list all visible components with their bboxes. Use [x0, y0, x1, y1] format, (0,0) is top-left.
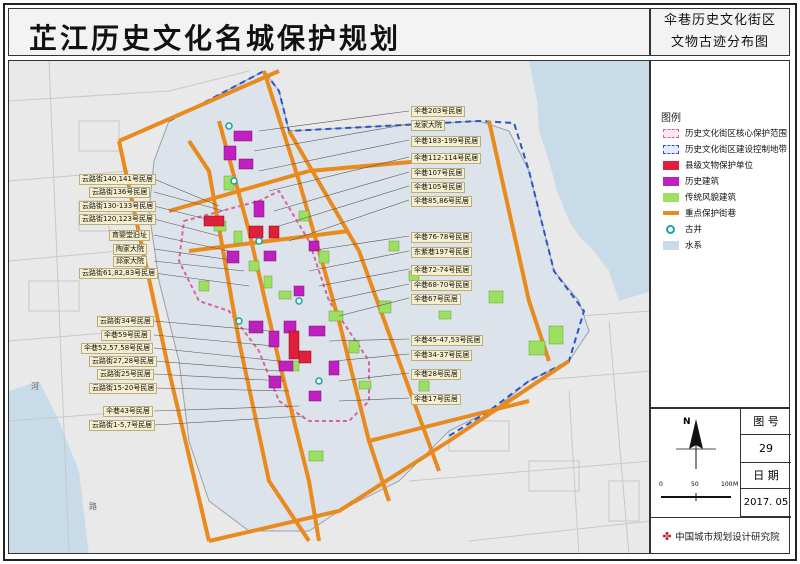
label-left: 云路街136号民居 [89, 187, 151, 198]
legend-title: 图例 [661, 113, 681, 124]
legend-item-control-zone: 历史文化街区建设控制地带 [663, 143, 787, 155]
label-left: 伞巷43号民居 [103, 406, 153, 417]
figure-number-label: 图 号 [741, 409, 791, 435]
map-area: 河 路 伞巷203号民居 龙家大院 伞巷183-199号民居 伞巷112-114… [8, 60, 650, 554]
legend-item-well: 古井 [663, 223, 702, 235]
legend-item-core-zone: 历史文化街区核心保护范围 [663, 127, 787, 139]
label-right: 东紫巷197号民居 [411, 247, 473, 258]
legend-item-traditional: 传统风貌建筑 [663, 191, 736, 203]
subtitle-box: 伞巷历史文化街区 文物古迹分布图 [650, 8, 790, 56]
pond-north [549, 61, 609, 101]
legend-label: 水系 [685, 241, 703, 251]
label-right: 伞巷67号民居 [411, 294, 461, 305]
label-right: 伞巷203号民居 [411, 106, 466, 117]
label-left: 云路街1-5,7号民居 [89, 420, 156, 431]
page-title: 芷江历史文化名城保护规划 [29, 22, 402, 55]
subtitle-line-1: 伞巷历史文化街区 [663, 13, 776, 28]
legend-item-historic: 历史建筑 [663, 175, 719, 187]
label-right: 伞巷28号民居 [411, 369, 461, 380]
label-left: 伞巷59号民居 [101, 330, 151, 341]
label-right: 伞巷183-199号民居 [411, 136, 482, 147]
info-panel: N 0 50 100 M 图 号 29 日 期 2017. 05 ✤ 中国城市规… [650, 408, 791, 555]
river-west [9, 381, 89, 553]
scale-tick-100: 100 [721, 481, 733, 488]
legend-swatch [663, 240, 679, 250]
legend-label: 历史文化街区建设控制地带 [685, 145, 788, 155]
label-left: 云路街34号民居 [97, 316, 154, 327]
legend-label: 历史建筑 [685, 177, 720, 187]
label-right: 伞巷34-37号民居 [411, 350, 473, 361]
legend-label: 传统风貌建筑 [685, 193, 737, 203]
map-text-lu: 路 [89, 502, 97, 511]
label-left: 云路街25号民居 [97, 369, 154, 380]
legend-label: 历史文化街区核心保护范围 [685, 129, 788, 139]
legend-swatch [663, 176, 679, 186]
north-arrow-icon [661, 419, 731, 501]
date-label: 日 期 [741, 463, 791, 489]
legend-label: 重点保护街巷 [685, 209, 737, 219]
scale-tick-0: 0 [659, 481, 663, 488]
legend-item-water: 水系 [663, 239, 702, 251]
legend-swatch [663, 128, 679, 138]
legend-label: 古井 [685, 225, 703, 235]
well-icon [666, 224, 675, 234]
study-area [148, 70, 590, 532]
label-right: 伞巷76-78号民居 [411, 232, 473, 243]
label-left: 云路街140,141号民居 [79, 174, 156, 185]
label-right: 伞巷105号民居 [411, 182, 466, 193]
scale-tick-50: 50 [691, 481, 699, 488]
label-left: 云路街130-133号民居 [79, 201, 157, 212]
institute-label: 中国城市规划设计研究院 [675, 532, 780, 543]
legend-item-county-relic: 县级文物保护单位 [663, 159, 753, 171]
label-right: 伞巷112-114号民居 [411, 153, 482, 164]
label-right: 伞巷17号民居 [411, 394, 461, 405]
legend-swatch [663, 192, 679, 202]
title-bar: 芷江历史文化名城保护规划 [8, 8, 650, 56]
north-label: N [683, 417, 691, 427]
subtitle-line-2: 文物古迹分布图 [670, 35, 769, 50]
label-left: 云路街120,123号民居 [79, 214, 156, 225]
north-arrow-box: N 0 50 100 M [651, 409, 741, 517]
label-left: 伞巷52,57,58号民居 [81, 343, 154, 354]
scale-unit: M [733, 481, 739, 488]
legend-swatch [663, 211, 679, 215]
label-left: 陶家大院 [113, 244, 147, 255]
legend-swatch [663, 160, 679, 170]
legend-item-key-street: 重点保护街巷 [663, 207, 736, 219]
label-right: 伞巷85,86号民居 [411, 196, 473, 207]
map-text-he: 河 [31, 382, 39, 391]
label-right: 龙家大院 [411, 120, 445, 131]
institute-logo-icon: ✤ [662, 530, 676, 543]
institute-name: ✤ 中国城市规划设计研究院 [651, 517, 791, 555]
label-left: 云路街61,82,83号民居 [79, 268, 159, 279]
legend-panel: 图例 历史文化街区核心保护范围 历史文化街区建设控制地带 县级文物保护单位 历史… [650, 60, 790, 408]
label-left: 云路街15-20号民居 [89, 383, 158, 394]
map-canvas [9, 61, 649, 553]
label-left: 云路街27,28号民居 [89, 356, 158, 367]
date-value: 2017. 05 [741, 489, 791, 517]
label-right: 伞巷45-47,53号民居 [411, 335, 484, 346]
legend-label: 县级文物保护单位 [685, 161, 754, 171]
label-left: 育婴堂旧址 [109, 230, 150, 241]
figure-number: 29 [741, 435, 791, 463]
label-right: 伞巷72-74号民居 [411, 265, 473, 276]
label-right: 伞巷68-70号民居 [411, 280, 473, 291]
label-left: 邱家大院 [113, 256, 147, 267]
label-right: 伞巷107号民居 [411, 168, 466, 179]
legend-swatch [663, 144, 679, 154]
